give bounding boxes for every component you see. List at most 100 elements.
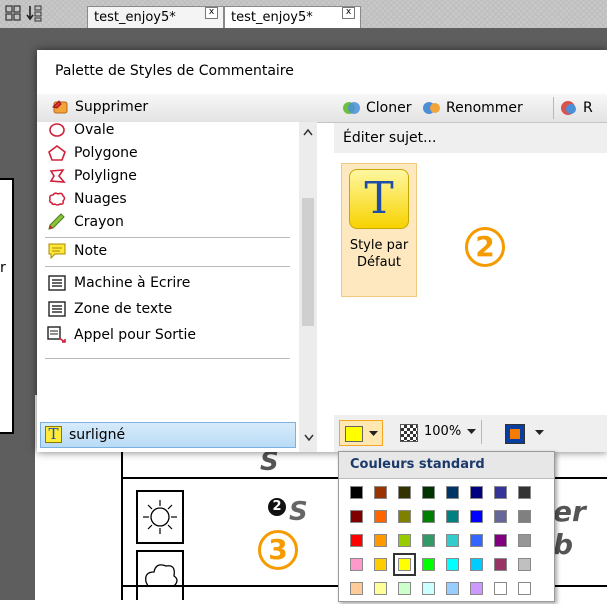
fill-color-picker[interactable] — [339, 420, 383, 446]
color-swatch[interactable] — [494, 582, 507, 595]
color-swatch[interactable] — [398, 534, 411, 547]
annotation-type-list: Ovale Polygone Polyligne Nuages Crayon N… — [37, 122, 317, 452]
divider — [45, 266, 290, 267]
color-swatch[interactable] — [393, 553, 416, 576]
color-swatch[interactable] — [494, 534, 507, 547]
border-color-icon[interactable] — [505, 424, 525, 444]
color-swatch[interactable] — [422, 558, 435, 571]
color-swatch[interactable] — [470, 486, 483, 499]
color-swatch[interactable] — [494, 510, 507, 523]
color-swatch[interactable] — [398, 510, 411, 523]
scrollbar-thumb[interactable] — [302, 198, 314, 326]
color-swatch[interactable] — [374, 558, 387, 571]
color-swatch[interactable] — [350, 558, 363, 571]
color-swatch[interactable] — [470, 582, 483, 595]
tab-document-2[interactable]: test_enjoy5* x — [224, 6, 361, 28]
color-swatch[interactable] — [350, 510, 363, 523]
color-swatch[interactable] — [470, 510, 483, 523]
color-swatch[interactable] — [518, 510, 531, 523]
list-item-textbox[interactable]: Zone de texte — [47, 298, 172, 320]
default-style-tile[interactable]: T Style par Défaut — [341, 163, 417, 297]
color-swatch[interactable] — [398, 486, 411, 499]
color-swatch[interactable] — [494, 486, 507, 499]
chevron-down-icon[interactable] — [304, 433, 314, 441]
sort-down-icon[interactable] — [26, 5, 43, 22]
item-label: Crayon — [74, 214, 124, 230]
callout-icon — [47, 326, 66, 343]
tab-label: test_enjoy5* — [94, 10, 176, 25]
selected-style-label: surligné — [69, 427, 126, 443]
color-swatch[interactable] — [422, 510, 435, 523]
color-swatch[interactable] — [446, 486, 459, 499]
settings-icon — [561, 101, 576, 115]
highlight-icon: T — [45, 426, 62, 443]
color-swatch[interactable] — [398, 582, 411, 595]
textbox-icon — [48, 301, 66, 317]
opacity-dropdown[interactable]: 100% — [424, 424, 479, 439]
rename-icon — [423, 102, 440, 114]
delete-button[interactable]: Supprimer — [51, 98, 148, 116]
color-swatch[interactable] — [446, 558, 459, 571]
polygon-icon — [48, 145, 66, 161]
color-swatch[interactable] — [470, 534, 483, 547]
style-toolbar: Cloner Renommer R — [334, 94, 607, 123]
close-icon[interactable]: x — [342, 7, 355, 19]
edit-subject-bar: Éditer sujet... — [334, 123, 607, 153]
item-label: Polyligne — [74, 168, 137, 184]
list-item-polyligne[interactable]: Polyligne — [47, 165, 137, 187]
color-swatch[interactable] — [374, 582, 387, 595]
color-swatch[interactable] — [350, 534, 363, 547]
chevron-down-icon[interactable] — [535, 430, 544, 436]
list-item-nuages[interactable]: Nuages — [47, 188, 127, 210]
polyline-icon — [49, 169, 66, 183]
color-swatch[interactable] — [350, 486, 363, 499]
opacity-icon — [400, 424, 418, 442]
style-gallery: T Style par Défaut 2 — [334, 153, 607, 415]
tab-document-1[interactable]: test_enjoy5* x — [87, 6, 224, 28]
color-swatch[interactable] — [494, 558, 507, 571]
text-style-icon: T — [349, 169, 409, 229]
color-swatch[interactable] — [422, 534, 435, 547]
scroll-up-icon[interactable] — [303, 128, 313, 136]
document-text-fragment: S — [289, 497, 308, 527]
color-swatch[interactable] — [446, 582, 459, 595]
list-scrollbar[interactable] — [299, 122, 317, 452]
color-swatch[interactable] — [518, 558, 531, 571]
color-swatch[interactable] — [374, 534, 387, 547]
sun-icon — [143, 500, 177, 534]
toolbar-button-partial[interactable]: R — [559, 99, 593, 117]
list-item-callout[interactable]: Appel pour Sortie — [47, 324, 196, 346]
color-swatch[interactable] — [518, 582, 531, 595]
list-item-ovale[interactable]: Ovale — [47, 122, 114, 141]
list-item-typewriter[interactable]: Machine à Ecrire — [47, 272, 190, 294]
color-swatch[interactable] — [446, 534, 459, 547]
color-swatch[interactable] — [422, 582, 435, 595]
cloud-icon — [49, 192, 66, 206]
ellipse-icon — [49, 123, 65, 137]
border-color-inner — [510, 429, 520, 439]
item-label: Machine à Ecrire — [74, 275, 191, 291]
rename-button[interactable]: Renommer — [422, 99, 523, 117]
selected-style-dropdown[interactable]: T surligné — [40, 422, 296, 448]
list-item-crayon[interactable]: Crayon — [47, 211, 124, 233]
color-swatch[interactable] — [422, 486, 435, 499]
color-swatch[interactable] — [374, 486, 387, 499]
list-item-polygone[interactable]: Polygone — [47, 142, 138, 164]
color-swatch[interactable] — [518, 534, 531, 547]
item-label: Appel pour Sortie — [74, 327, 197, 343]
color-swatch[interactable] — [470, 558, 483, 571]
color-swatch[interactable] — [446, 510, 459, 523]
divider — [45, 237, 290, 238]
edit-subject-link[interactable]: Éditer sujet... — [343, 130, 436, 146]
clone-button[interactable]: Cloner — [342, 99, 411, 117]
fill-color-swatch — [345, 426, 363, 442]
grid-view-icon[interactable] — [5, 5, 22, 22]
color-swatch[interactable] — [518, 486, 531, 499]
sun-image-frame — [136, 490, 184, 544]
tab-strip: test_enjoy5* x test_enjoy5* x — [0, 0, 607, 28]
close-icon[interactable]: x — [205, 7, 218, 19]
item-label: Note — [74, 243, 108, 259]
list-item-note[interactable]: Note — [47, 240, 107, 262]
color-swatch[interactable] — [350, 582, 363, 595]
color-swatch[interactable] — [374, 510, 387, 523]
